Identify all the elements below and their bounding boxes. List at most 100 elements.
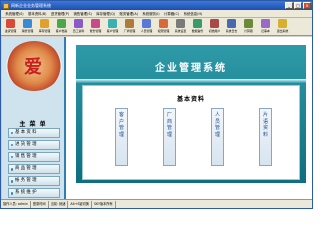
purchase-icon <box>6 19 15 28</box>
card-char: 管 <box>166 125 172 132</box>
main-menu-title: 主 菜 单 <box>19 121 47 128</box>
card-button[interactable]: 厂商管理 <box>163 108 176 166</box>
inventory-icon <box>40 19 49 28</box>
banner: 企业管理系统 基本资料 客户管理 厂商管理 人员管理 片语资料 <box>76 45 306 183</box>
toolbar-button[interactable]: 系统日志 <box>223 18 240 35</box>
people-icon <box>142 19 151 28</box>
toolbar-label: 库存管理 <box>38 29 51 33</box>
toolbar-label: 员工资料 <box>72 29 85 33</box>
notepad-icon <box>261 19 270 28</box>
toolbar-label: 账务管理 <box>89 29 102 33</box>
toolbar-button[interactable]: 退出系统 <box>274 18 291 35</box>
menu-accounts[interactable]: 账务管理(A) <box>117 10 140 18</box>
menu-purchase[interactable]: 进货管理(P) <box>49 10 72 18</box>
sidebar-item-goods[interactable]: 商品管理 <box>8 164 60 174</box>
toolbar-button[interactable]: 厂商管理 <box>121 18 138 35</box>
toolbar-button[interactable]: 数据备份 <box>189 18 206 35</box>
card-button[interactable]: 人员管理 <box>211 108 224 166</box>
toolbar-label: 人员管理 <box>140 29 153 33</box>
sidebar-item-basic-data[interactable]: 基本资料 <box>8 128 60 138</box>
menu-system[interactable]: 系统管理(S) <box>3 10 26 18</box>
toolbar-label: 数据备份 <box>191 29 204 33</box>
logo-char: 爱 <box>24 57 42 78</box>
toolbar-button[interactable]: 销售管理 <box>19 18 36 35</box>
menu-basic-data[interactable]: 基本资料(B) <box>26 10 49 18</box>
card-button[interactable]: 片语资料 <box>259 108 272 166</box>
sidebar-item-accounts[interactable]: 帐务管理 <box>8 176 60 186</box>
toolbar-button[interactable]: 员工资料 <box>70 18 87 35</box>
exit-icon <box>278 19 287 28</box>
main-area: 爱 主 菜 单 基本资料 进货管理 销售管理 商品管理 帐务管理 系统维护 企业… <box>2 37 312 199</box>
menu-calculator[interactable]: 计算器(C) <box>162 10 182 18</box>
toolbar-button[interactable]: 权限管理 <box>155 18 172 35</box>
main-menu: 基本资料 进货管理 销售管理 商品管理 帐务管理 系统维护 <box>8 128 60 201</box>
bullet-icon <box>10 168 13 171</box>
card-char: 片 <box>262 112 268 118</box>
card-char: 厂 <box>166 112 172 118</box>
card-char: 料 <box>262 131 268 138</box>
backup-icon <box>193 19 202 28</box>
bullet-icon <box>10 131 13 135</box>
status-login-time: 登录时间 <box>31 200 49 208</box>
menu-inventory[interactable]: 库存管理(Q) <box>94 10 117 18</box>
toolbar-label: 进货管理 <box>4 29 17 33</box>
toolbar-label: 系统设置 <box>174 29 187 33</box>
toolbar-label: 初始用户 <box>208 29 221 33</box>
close-button[interactable]: × <box>303 2 311 9</box>
minimize-button[interactable]: _ <box>285 2 293 9</box>
customer-icon <box>57 19 66 28</box>
vendor-icon <box>125 19 134 28</box>
toolbar-label: 权限管理 <box>157 29 170 33</box>
card-char: 理 <box>166 131 172 138</box>
menu-sales[interactable]: 销售管理(S) <box>71 10 94 18</box>
toolbar-label: 客户档案 <box>55 29 68 33</box>
basic-data-panel: 基本资料 客户管理 厂商管理 人员管理 片语资料 <box>82 85 300 180</box>
toolbar-label: 计算器 <box>244 29 253 33</box>
toolbar-label: 退出系统 <box>276 29 289 33</box>
sidebar-item-label: 系统维护 <box>15 190 38 196</box>
window-title: 网新企业业务管理系统 <box>11 3 51 8</box>
banner-bevel <box>76 79 306 83</box>
card-char: 人 <box>214 112 220 118</box>
toolbar-button[interactable]: 计算器 <box>240 18 257 35</box>
client-icon <box>108 19 117 28</box>
toolbar-label: 客户管理 <box>106 29 119 33</box>
toolbar-button[interactable]: 客户管理 <box>104 18 121 35</box>
left-panel: 爱 主 菜 单 基本资料 进货管理 销售管理 商品管理 帐务管理 系统维护 <box>2 37 66 199</box>
sidebar-item-label: 基本资料 <box>15 130 38 135</box>
status-operator: 操作人员: admin <box>1 200 31 208</box>
toolbar-button[interactable]: 客户档案 <box>53 18 70 35</box>
sales-icon <box>23 19 32 28</box>
toolbar-button[interactable]: 账务管理 <box>87 18 104 35</box>
app-window: 网新企业业务管理系统 _ □ × 系统管理(S) 基本资料(B) 进货管理(P)… <box>0 0 313 209</box>
card-row: 客户管理 厂商管理 人员管理 片语资料 <box>83 108 299 170</box>
sidebar-item-sales[interactable]: 销售管理 <box>8 152 60 162</box>
log-icon <box>227 19 236 28</box>
toolbar-label: 销售管理 <box>21 29 34 33</box>
toolbar-button[interactable]: 人员管理 <box>138 18 155 35</box>
card-char: 理 <box>214 131 220 138</box>
calculator-icon <box>244 19 253 28</box>
logo: 爱 <box>6 41 62 91</box>
status-copyright: SKY版本所有 <box>92 200 116 208</box>
toolbar-button[interactable]: 进货管理 <box>2 18 19 35</box>
user-icon <box>210 19 219 28</box>
card-button[interactable]: 客户管理 <box>115 108 128 166</box>
staff-icon <box>74 19 83 28</box>
menu-services[interactable]: 系统服务(I) <box>140 10 162 18</box>
toolbar-button[interactable]: 记事本 <box>257 18 274 35</box>
sidebar-item-purchase[interactable]: 进货管理 <box>8 140 60 150</box>
menu-info[interactable]: 系统信息(H) <box>181 10 204 18</box>
bullet-icon <box>10 143 13 147</box>
status-state: 当前: 就绪 <box>49 200 69 208</box>
sidebar-item-label: 销售管理 <box>15 154 38 160</box>
content-area: 企业管理系统 基本资料 客户管理 厂商管理 人员管理 片语资料 <box>68 37 312 199</box>
maximize-button[interactable]: □ <box>294 2 302 9</box>
toolbar-button[interactable]: 库存管理 <box>36 18 53 35</box>
toolbar-label: 记事本 <box>261 29 270 33</box>
toolbar-label: 厂商管理 <box>123 29 136 33</box>
sidebar-item-maintenance[interactable]: 系统维护 <box>8 188 60 198</box>
toolbar-button[interactable]: 系统设置 <box>172 18 189 35</box>
accounting-icon <box>91 19 100 28</box>
toolbar-button[interactable]: 初始用户 <box>206 18 223 35</box>
